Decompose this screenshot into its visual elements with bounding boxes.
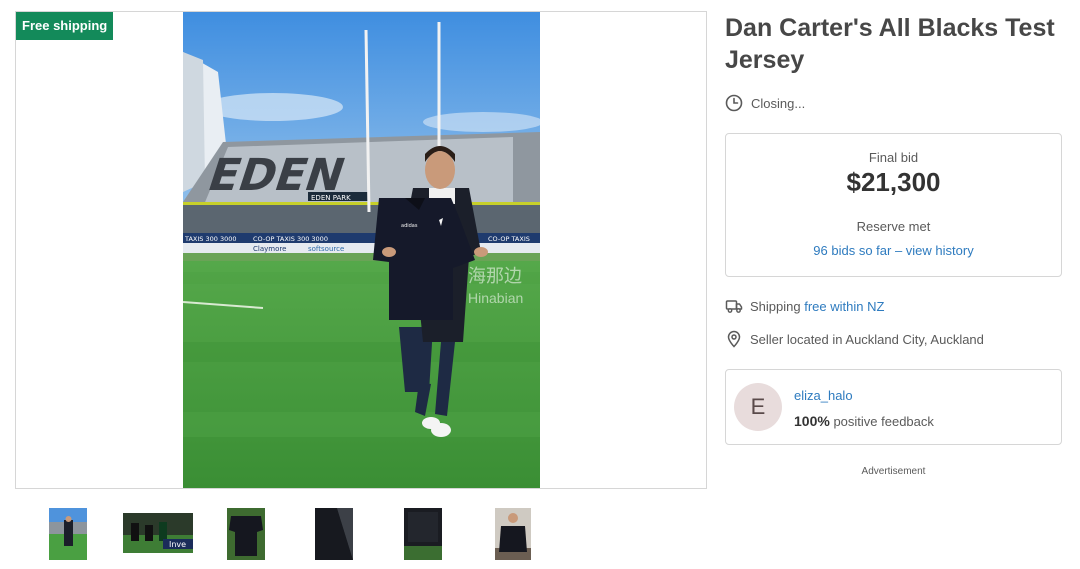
thumbnail-5[interactable] — [404, 508, 442, 560]
thumbnail-1-image — [49, 508, 87, 560]
thumbnail-6-image — [495, 508, 531, 560]
thumbnail-3-image — [227, 508, 265, 560]
location-row: Seller located in Auckland City, Aucklan… — [725, 330, 984, 348]
shipping-label: Shipping — [750, 298, 801, 314]
final-bid-amount: $21,300 — [846, 167, 941, 197]
photo-gallery: Free shipping EDEN EDEN PARK TAXIS 300 3… — [15, 11, 707, 489]
seller-feedback: 100% positive feedback — [794, 413, 934, 429]
bid-history-link[interactable]: 96 bids so far – view history — [726, 243, 1061, 258]
feedback-text: positive feedback — [833, 414, 934, 429]
avatar[interactable]: E — [734, 383, 782, 431]
closing-status: Closing... — [725, 94, 805, 112]
final-bid-label: Final bid — [868, 150, 919, 165]
thumbnail-6[interactable] — [495, 508, 531, 560]
shipping-link[interactable]: free within NZ — [804, 299, 884, 314]
ad-text-mid: CO-OP TAXIS 300 3000 — [253, 235, 328, 243]
truck-icon — [725, 300, 743, 313]
svg-text:adidas: adidas — [401, 223, 418, 229]
seller-name-link[interactable]: eliza_halo — [794, 388, 853, 403]
seller-card: E eliza_halo 100% positive feedback — [725, 369, 1062, 445]
closing-status-text: Closing... — [751, 95, 806, 111]
shipping-row: Shipping free within NZ — [725, 297, 884, 315]
ad-text-left: TAXIS 300 3000 — [184, 235, 237, 243]
watermark: 海那边 Hinabian — [468, 266, 523, 308]
main-photo-image: EDEN EDEN PARK TAXIS 300 3000 CO-OP TAXI… — [183, 12, 540, 488]
thumbnail-3[interactable] — [227, 508, 265, 560]
ad-text-right: CO-OP TAXIS — [488, 235, 530, 243]
main-photo[interactable]: EDEN EDEN PARK TAXIS 300 3000 CO-OP TAXI… — [183, 12, 540, 488]
location-pin-icon — [727, 330, 741, 348]
thumbnail-strip: Inve — [15, 503, 707, 565]
advertisement-label: Advertisement — [861, 466, 926, 477]
reserve-status: Reserve met — [856, 219, 931, 234]
free-shipping-badge: Free shipping — [16, 12, 114, 40]
bid-panel: Final bid $21,300 Reserve met 96 bids so… — [725, 133, 1062, 277]
listing-title: Dan Carter's All Blacks Test Jersey — [725, 14, 1055, 74]
clock-icon — [725, 94, 743, 112]
thumbnail-2-ad-text: Inve — [169, 540, 186, 549]
stand-banner-text: EDEN PARK — [311, 194, 351, 202]
feedback-percent: 100% — [794, 413, 830, 429]
thumbnail-2-image: Inve — [123, 513, 193, 553]
thumbnail-2[interactable]: Inve — [123, 513, 193, 553]
thumbnail-4[interactable] — [315, 508, 353, 560]
seller-location-text: Seller located in Auckland City, Aucklan… — [750, 331, 984, 347]
thumbnail-5-image — [404, 508, 442, 560]
watermark-latin: Hinabian — [468, 290, 524, 306]
thumbnail-1[interactable] — [49, 508, 87, 560]
watermark-chinese: 海那边 — [468, 266, 522, 286]
ad-text-softsource: softsource — [308, 245, 344, 253]
thumbnail-4-image — [315, 508, 353, 560]
ad-text-claymore: Claymore — [253, 245, 286, 253]
